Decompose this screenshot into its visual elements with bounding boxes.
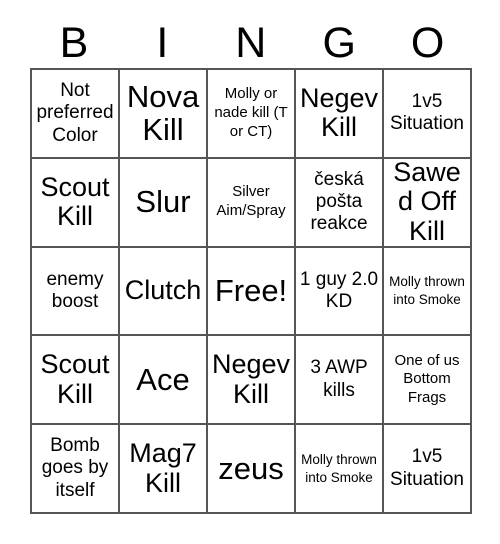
bingo-cell-label: Molly thrown into Smoke	[301, 452, 377, 485]
bingo-cell-label: Clutch	[124, 275, 202, 306]
bingo-header-letter-i: I	[156, 18, 169, 67]
bingo-cell-r3c5[interactable]: Molly thrown into Smoke	[384, 247, 472, 337]
bingo-cell-r3c2[interactable]: Clutch	[120, 247, 208, 337]
bingo-cell-label: Molly thrown into Smoke	[389, 274, 465, 307]
bingo-cell-label: 1v5 Situation	[390, 90, 464, 135]
bingo-cell-r1c3[interactable]: Molly or nade kill (T or CT)	[208, 70, 296, 159]
bingo-cell-r4c1[interactable]: Scout Kill	[32, 336, 120, 426]
bingo-cell-r5c1[interactable]: Bomb goes by itself	[32, 425, 120, 514]
bingo-cell-r2c4[interactable]: česká pošta reakce	[296, 158, 384, 248]
bingo-cell-r5c2[interactable]: Mag7 Kill	[120, 425, 208, 514]
bingo-cell-label: 1v5 Situation	[390, 446, 464, 490]
bingo-header-letter-g: G	[322, 18, 357, 67]
bingo-header-letter-b: B	[59, 18, 89, 67]
bingo-header-letter-o: O	[410, 18, 445, 67]
bingo-cell-label: zeus	[218, 450, 284, 486]
bingo-cell-r4c4[interactable]: 3 AWP kills	[296, 336, 384, 426]
bingo-cell-r1c2[interactable]: Nova Kill	[120, 70, 208, 159]
bingo-cell-r2c5[interactable]: Sawed Off Kill	[384, 158, 472, 248]
bingo-cell-r1c1[interactable]: Not preferred Color	[32, 70, 120, 159]
bingo-cell-label: Scout Kill	[40, 349, 110, 409]
bingo-cell-r4c5[interactable]: One of us Bottom Frags	[384, 336, 472, 426]
bingo-cell-label: Sawed Off Kill	[393, 158, 461, 247]
bingo-cell-r1c4[interactable]: Negev Kill	[296, 70, 384, 159]
bingo-cell-r4c3[interactable]: Negev Kill	[208, 336, 296, 426]
bingo-cell-label: česká pošta reakce	[310, 168, 368, 235]
bingo-cell-label: One of us Bottom Frags	[394, 351, 460, 407]
bingo-cell-label: Slur	[135, 184, 191, 220]
bingo-cell-free-space[interactable]: Free!	[208, 247, 296, 337]
bingo-cell-label: Negev Kill	[211, 349, 291, 409]
bingo-cell-label: Nova Kill	[126, 78, 200, 148]
bingo-cell-label: Silver Aim/Spray	[216, 183, 286, 220]
bingo-header-row: B I N G O	[30, 18, 472, 68]
bingo-cell-r5c5[interactable]: 1v5 Situation	[384, 425, 472, 514]
bingo-cell-label: Negev Kill	[299, 82, 379, 143]
bingo-cell-label: Scout Kill	[40, 171, 110, 232]
bingo-cell-r2c3[interactable]: Silver Aim/Spray	[208, 158, 296, 248]
bingo-grid: Not preferred Color Nova Kill Molly or n…	[30, 68, 472, 514]
bingo-cell-label: Mag7 Kill	[129, 437, 197, 498]
bingo-cell-r4c2[interactable]: Ace	[120, 336, 208, 426]
bingo-cell-r3c4[interactable]: 1 guy 2.0 KD	[296, 247, 384, 337]
bingo-cell-label: Molly or nade kill (T or CT)	[214, 85, 288, 140]
bingo-header-letter-n: N	[235, 18, 267, 67]
bingo-cell-label: Not preferred Color	[36, 79, 114, 146]
bingo-cell-r2c2[interactable]: Slur	[120, 158, 208, 248]
bingo-cell-label: 3 AWP kills	[310, 357, 368, 401]
bingo-cell-label: Bomb goes by itself	[41, 434, 109, 501]
bingo-cell-r1c5[interactable]: 1v5 Situation	[384, 70, 472, 159]
bingo-cell-label: Ace	[136, 362, 190, 398]
bingo-cell-r2c1[interactable]: Scout Kill	[32, 158, 120, 248]
bingo-cell-label: 1 guy 2.0 KD	[299, 268, 379, 312]
bingo-cell-r5c3[interactable]: zeus	[208, 425, 296, 514]
bingo-cell-label: enemy boost	[46, 268, 104, 312]
bingo-cell-r5c4[interactable]: Molly thrown into Smoke	[296, 425, 384, 514]
bingo-cell-label: Free!	[214, 273, 288, 309]
bingo-card: B I N G O Not preferred Color Nova Kill …	[0, 0, 500, 544]
bingo-cell-r3c1[interactable]: enemy boost	[32, 247, 120, 337]
